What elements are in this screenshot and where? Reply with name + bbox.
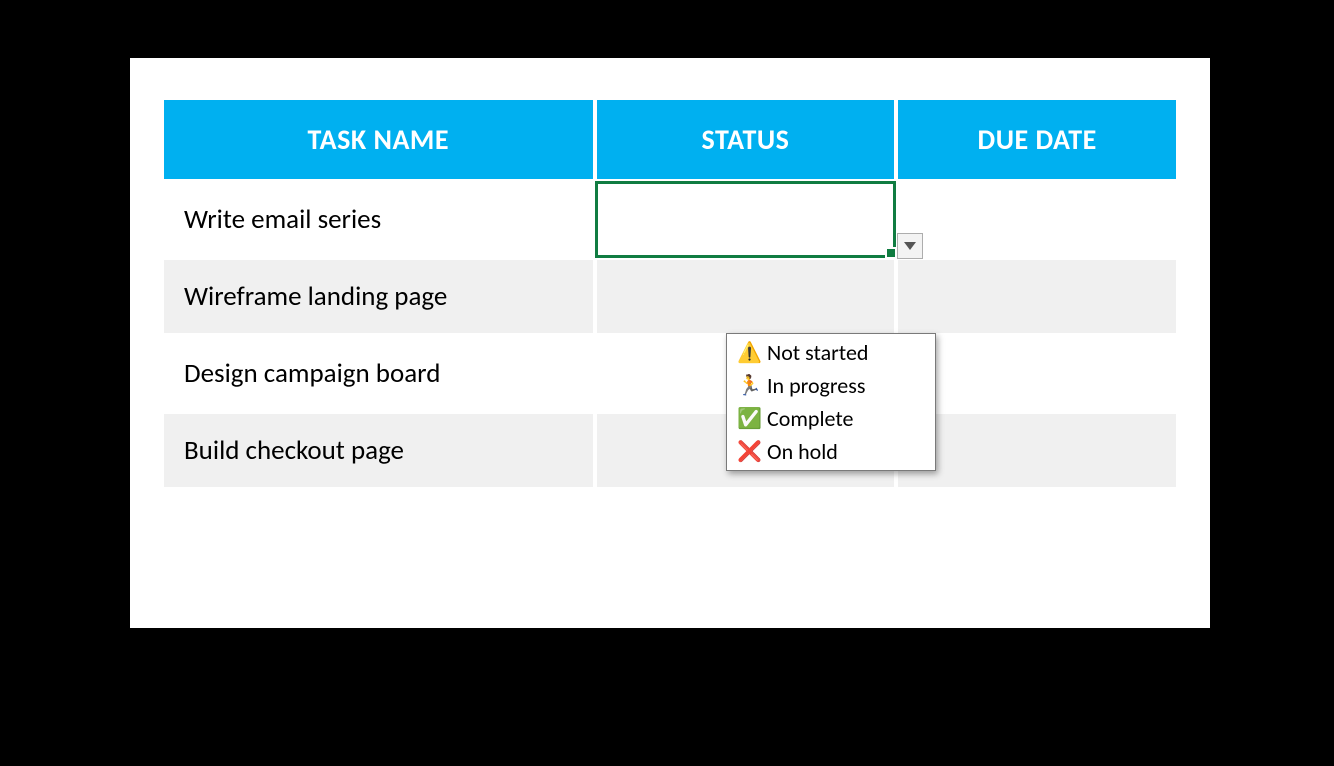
cell-due-date[interactable] xyxy=(896,181,1178,258)
cell-empty[interactable] xyxy=(896,489,1178,561)
dropdown-option-label: Not started xyxy=(767,339,868,366)
table-row: Build checkout page xyxy=(162,412,1178,489)
dropdown-option-in-progress[interactable]: 🏃 In progress xyxy=(727,369,935,402)
table-row: Design campaign board xyxy=(162,335,1178,412)
cell-status-selected[interactable] xyxy=(595,181,897,258)
cell-task-name[interactable]: Write email series xyxy=(162,181,595,258)
table-row: Write email series xyxy=(162,181,1178,258)
cell-empty[interactable] xyxy=(595,489,897,561)
header-status[interactable]: STATUS xyxy=(595,98,897,181)
cell-task-name[interactable]: Wireframe landing page xyxy=(162,258,595,335)
dropdown-option-label: On hold xyxy=(767,438,838,465)
header-due-date[interactable]: DUE DATE xyxy=(896,98,1178,181)
cell-task-name[interactable]: Design campaign board xyxy=(162,335,595,412)
selection-outline xyxy=(595,181,897,258)
table-row: Wireframe landing page xyxy=(162,258,1178,335)
cell-task-name[interactable]: Build checkout page xyxy=(162,412,595,489)
task-table: TASK NAME STATUS DUE DATE Write email se… xyxy=(160,96,1180,563)
cell-empty[interactable] xyxy=(162,489,595,561)
header-task-name[interactable]: TASK NAME xyxy=(162,98,595,181)
dropdown-option-not-started[interactable]: ⚠️ Not started xyxy=(727,336,935,369)
check-icon: ✅ xyxy=(737,406,761,431)
spreadsheet-card: TASK NAME STATUS DUE DATE Write email se… xyxy=(130,58,1210,628)
dropdown-option-on-hold[interactable]: ❌ On hold xyxy=(727,435,935,468)
table-row-empty xyxy=(162,489,1178,561)
dropdown-option-label: In progress xyxy=(767,372,865,399)
cell-due-date[interactable] xyxy=(896,412,1178,489)
dropdown-option-label: Complete xyxy=(767,405,853,432)
cell-status[interactable] xyxy=(595,258,897,335)
status-dropdown-list: ⚠️ Not started 🏃 In progress ✅ Complete … xyxy=(726,333,936,471)
cell-due-date[interactable] xyxy=(896,335,1178,412)
runner-icon: 🏃 xyxy=(737,373,761,398)
cross-icon: ❌ xyxy=(737,439,761,464)
warning-icon: ⚠️ xyxy=(737,340,761,365)
dropdown-toggle-button[interactable] xyxy=(897,233,923,259)
dropdown-option-complete[interactable]: ✅ Complete xyxy=(727,402,935,435)
chevron-down-icon xyxy=(904,242,916,250)
cell-due-date[interactable] xyxy=(896,258,1178,335)
